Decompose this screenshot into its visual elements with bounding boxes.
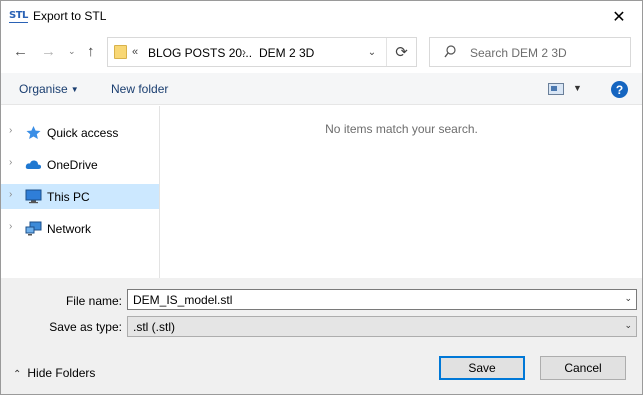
new-folder-button[interactable]: New folder <box>111 82 168 96</box>
hide-folders-label: Hide Folders <box>27 366 96 380</box>
search-placeholder[interactable]: Search DEM 2 3D <box>470 46 567 60</box>
export-dialog: STL Export to STL ✕ ← → ⌄ ↑ « BLOG POSTS… <box>0 0 643 395</box>
hide-folders-button[interactable]: ⌃ Hide Folders <box>13 366 95 380</box>
refresh-icon[interactable]: ⟳ <box>386 38 416 66</box>
filename-dropdown-chevron-icon[interactable]: ⌄ <box>624 293 632 304</box>
sidebar-item-label: OneDrive <box>47 158 98 172</box>
savetype-select[interactable]: .stl (.stl) ⌄ <box>127 316 637 337</box>
back-arrow-icon[interactable]: ← <box>13 43 28 60</box>
organise-button[interactable]: Organise ▼ <box>19 82 79 96</box>
expand-chevron-icon[interactable]: › <box>9 189 12 200</box>
savetype-dropdown-chevron-icon[interactable]: ⌄ <box>624 320 632 331</box>
breadcrumb-item[interactable]: BLOG POSTS 20... <box>148 46 252 60</box>
title-bar: STL Export to STL ✕ <box>1 1 642 32</box>
view-dropdown-caret-icon[interactable]: ▼ <box>573 83 582 93</box>
cancel-button[interactable]: Cancel <box>540 356 626 380</box>
close-icon: ✕ <box>612 8 626 26</box>
sidebar-item-onedrive[interactable]: › OneDrive <box>1 152 159 177</box>
caret-down-icon: ▼ <box>70 85 79 94</box>
empty-results-message: No items match your search. <box>325 122 478 136</box>
address-dropdown-chevron-icon[interactable]: ⌄ <box>358 38 386 66</box>
sidebar-item-quick-access[interactable]: › Quick access <box>1 120 159 145</box>
sidebar-item-label: Network <box>47 222 92 236</box>
help-icon[interactable]: ? <box>611 81 628 98</box>
save-panel: File name: DEM_IS_model.stl ⌄ Save as ty… <box>1 278 642 394</box>
command-toolbar: Organise ▼ New folder ▼ ? <box>1 73 642 105</box>
filename-label: File name: <box>65 294 122 308</box>
savetype-label: Save as type: <box>49 320 122 334</box>
search-box[interactable]: Search DEM 2 3D <box>429 37 631 67</box>
file-list-area[interactable]: No items match your search. <box>161 106 642 278</box>
savetype-value: .stl (.stl) <box>133 320 175 334</box>
expand-chevron-icon[interactable]: › <box>9 125 12 136</box>
navigation-row: ← → ⌄ ↑ « BLOG POSTS 20... › DEM 2 3D ⌄ … <box>1 36 642 68</box>
star-icon <box>26 126 41 139</box>
breadcrumb-separator-icon[interactable]: › <box>242 45 246 59</box>
view-options-icon[interactable] <box>548 83 564 95</box>
chevron-up-icon: ⌃ <box>13 369 22 380</box>
filename-value[interactable]: DEM_IS_model.stl <box>133 293 232 307</box>
search-icon <box>444 45 456 58</box>
network-icon <box>25 221 42 236</box>
forward-arrow-icon[interactable]: → <box>41 43 56 60</box>
sidebar-item-network[interactable]: › Network <box>1 216 159 241</box>
sidebar-item-this-pc[interactable]: › This PC <box>1 184 159 209</box>
close-button[interactable]: ✕ <box>596 1 642 32</box>
breadcrumb-item[interactable]: DEM 2 3D <box>259 46 314 60</box>
recent-locations-chevron-icon[interactable]: ⌄ <box>68 46 76 57</box>
window-title: Export to STL <box>33 9 107 23</box>
sidebar-item-label: Quick access <box>47 126 119 140</box>
breadcrumb-overflow[interactable]: « <box>132 46 138 58</box>
cloud-icon <box>25 160 42 169</box>
navigation-pane: › Quick access › OneDrive › This PC › Ne… <box>1 106 160 278</box>
expand-chevron-icon[interactable]: › <box>9 157 12 168</box>
up-arrow-icon[interactable]: ↑ <box>87 43 95 60</box>
expand-chevron-icon[interactable]: › <box>9 221 12 232</box>
stl-app-icon: STL <box>9 10 28 23</box>
folder-icon <box>114 45 127 59</box>
computer-icon <box>25 189 42 204</box>
sidebar-item-label: This PC <box>47 190 90 204</box>
filename-field[interactable]: DEM_IS_model.stl ⌄ <box>127 289 637 310</box>
address-bar[interactable]: « BLOG POSTS 20... › DEM 2 3D ⌄ ⟳ <box>107 37 417 67</box>
save-button[interactable]: Save <box>439 356 525 380</box>
organise-label: Organise <box>19 82 68 96</box>
